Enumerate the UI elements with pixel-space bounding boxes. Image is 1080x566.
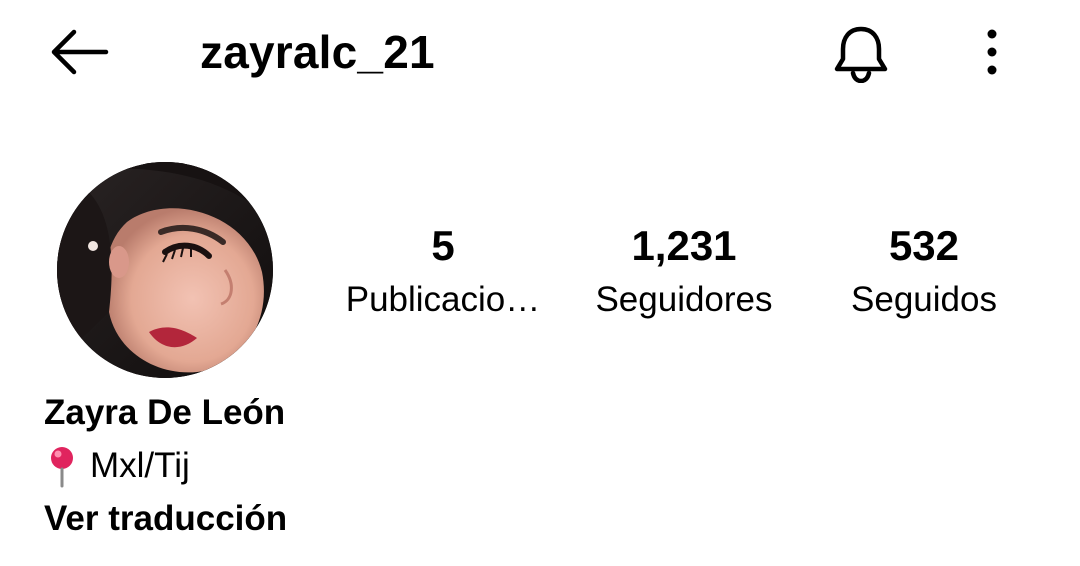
followers-stat[interactable]: 1,231 Seguidores bbox=[570, 218, 798, 326]
followers-count: 1,231 bbox=[631, 222, 737, 269]
profile-username-title: zayralc_21 bbox=[200, 26, 435, 78]
following-label: Seguidos bbox=[851, 280, 997, 319]
more-vertical-icon bbox=[987, 29, 997, 75]
following-stat[interactable]: 532 Seguidos bbox=[810, 218, 1038, 326]
profile-display-name: Zayra De León bbox=[44, 393, 286, 432]
posts-count: 5 bbox=[431, 222, 455, 269]
bio-location-line: Mxl/Tij bbox=[44, 442, 190, 490]
profile-photo bbox=[57, 162, 273, 378]
back-button[interactable] bbox=[40, 20, 116, 84]
more-options-button[interactable] bbox=[968, 20, 1016, 84]
posts-stat[interactable]: 5 Publicacio… bbox=[328, 218, 558, 326]
profile-avatar[interactable] bbox=[57, 162, 273, 378]
followers-label: Seguidores bbox=[595, 280, 773, 319]
see-translation-link[interactable]: Ver traducción bbox=[44, 496, 287, 542]
arrow-left-icon bbox=[51, 29, 109, 75]
posts-label: Publicacio… bbox=[345, 280, 541, 319]
bell-icon bbox=[834, 26, 888, 83]
notifications-button[interactable] bbox=[826, 18, 896, 88]
following-count: 532 bbox=[888, 222, 960, 269]
map-pin-icon bbox=[51, 447, 73, 488]
profile-screen: zayralc_21 5 Publicacio… 1,231 Seguidore… bbox=[0, 0, 1080, 566]
bio-location-text: Mxl/Tij bbox=[90, 446, 190, 485]
